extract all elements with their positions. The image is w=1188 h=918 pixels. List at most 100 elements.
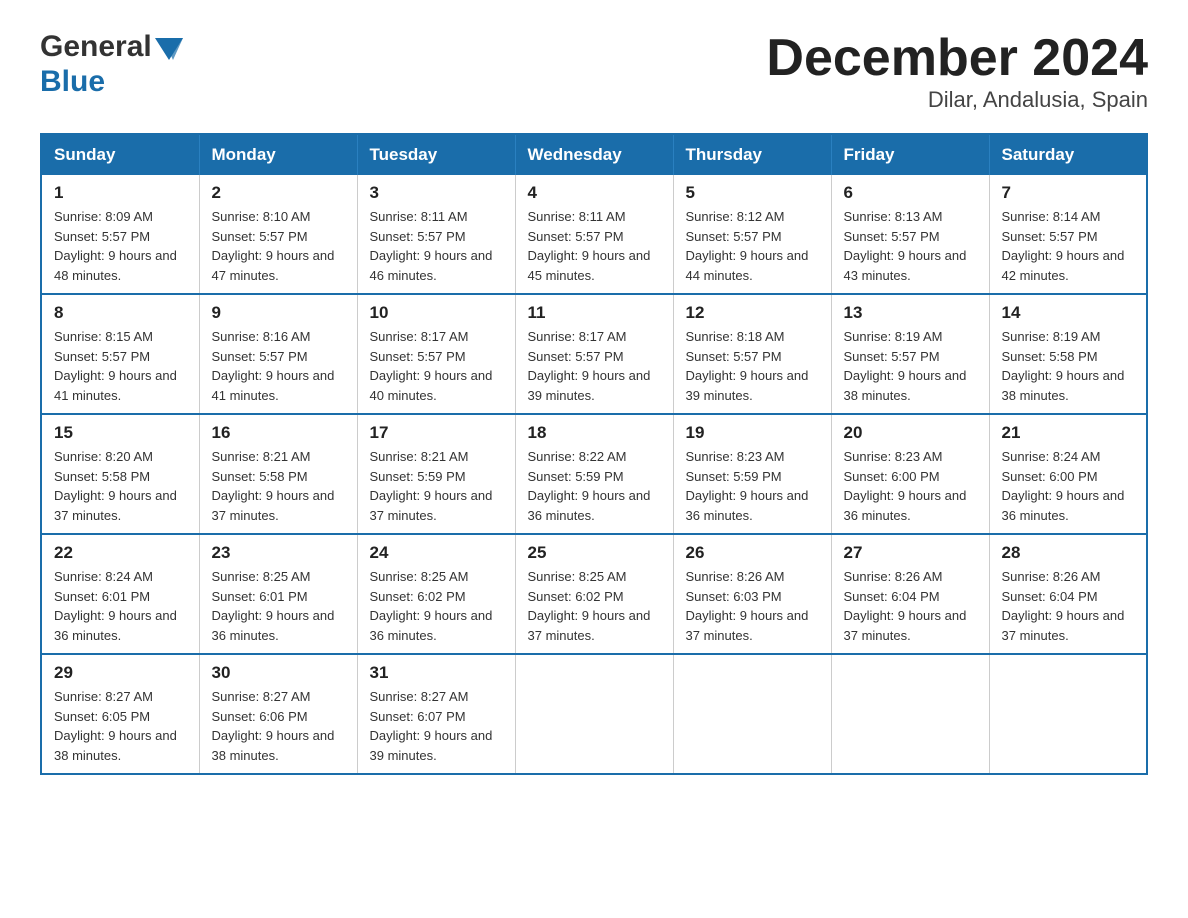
calendar-cell <box>989 654 1147 774</box>
day-info: Sunrise: 8:09 AMSunset: 5:57 PMDaylight:… <box>54 207 187 285</box>
calendar-cell: 10Sunrise: 8:17 AMSunset: 5:57 PMDayligh… <box>357 294 515 414</box>
calendar-cell <box>831 654 989 774</box>
calendar-week-row: 8Sunrise: 8:15 AMSunset: 5:57 PMDaylight… <box>41 294 1147 414</box>
day-number: 31 <box>370 663 503 683</box>
day-number: 23 <box>212 543 345 563</box>
day-info: Sunrise: 8:27 AMSunset: 6:06 PMDaylight:… <box>212 687 345 765</box>
calendar-week-row: 15Sunrise: 8:20 AMSunset: 5:58 PMDayligh… <box>41 414 1147 534</box>
calendar-table: SundayMondayTuesdayWednesdayThursdayFrid… <box>40 133 1148 775</box>
day-info: Sunrise: 8:23 AMSunset: 5:59 PMDaylight:… <box>686 447 819 525</box>
day-number: 13 <box>844 303 977 323</box>
day-number: 26 <box>686 543 819 563</box>
calendar-cell: 27 Sunrise: 8:26 AMSunset: 6:04 PMDayligh… <box>831 534 989 654</box>
day-number: 20 <box>844 423 977 443</box>
day-info: Sunrise: 8:24 AMSunset: 6:00 PMDaylight:… <box>1002 447 1135 525</box>
col-header-monday: Monday <box>199 134 357 175</box>
calendar-header-row: SundayMondayTuesdayWednesdayThursdayFrid… <box>41 134 1147 175</box>
calendar-cell: 22 Sunrise: 8:24 AMSunset: 6:01 PMDayligh… <box>41 534 199 654</box>
day-number: 24 <box>370 543 503 563</box>
calendar-cell: 23 Sunrise: 8:25 AMSunset: 6:01 PMDayligh… <box>199 534 357 654</box>
day-info: Sunrise: 8:26 AMSunset: 6:04 PMDaylight:… <box>844 567 977 645</box>
day-info: Sunrise: 8:25 AMSunset: 6:01 PMDaylight:… <box>212 567 345 645</box>
day-info: Sunrise: 8:21 AMSunset: 5:59 PMDaylight:… <box>370 447 503 525</box>
calendar-cell: 4Sunrise: 8:11 AMSunset: 5:57 PMDaylight… <box>515 175 673 294</box>
calendar-cell: 5 Sunrise: 8:12 AMSunset: 5:57 PMDaylight… <box>673 175 831 294</box>
logo: General Blue <box>40 30 183 98</box>
day-number: 12 <box>686 303 819 323</box>
day-info: Sunrise: 8:24 AMSunset: 6:01 PMDaylight:… <box>54 567 187 645</box>
day-number: 22 <box>54 543 187 563</box>
calendar-cell: 25 Sunrise: 8:25 AMSunset: 6:02 PMDayligh… <box>515 534 673 654</box>
day-info: Sunrise: 8:13 AMSunset: 5:57 PMDaylight:… <box>844 207 977 285</box>
day-number: 25 <box>528 543 661 563</box>
calendar-cell <box>673 654 831 774</box>
day-info: Sunrise: 8:27 AMSunset: 6:07 PMDaylight:… <box>370 687 503 765</box>
calendar-cell: 8Sunrise: 8:15 AMSunset: 5:57 PMDaylight… <box>41 294 199 414</box>
day-number: 16 <box>212 423 345 443</box>
day-number: 10 <box>370 303 503 323</box>
calendar-cell: 13 Sunrise: 8:19 AMSunset: 5:57 PMDayligh… <box>831 294 989 414</box>
day-number: 27 <box>844 543 977 563</box>
day-info: Sunrise: 8:16 AMSunset: 5:57 PMDaylight:… <box>212 327 345 405</box>
day-number: 18 <box>528 423 661 443</box>
logo-arrow-icon <box>155 38 183 65</box>
calendar-cell: 9 Sunrise: 8:16 AMSunset: 5:57 PMDaylight… <box>199 294 357 414</box>
day-info: Sunrise: 8:27 AMSunset: 6:05 PMDaylight:… <box>54 687 187 765</box>
calendar-week-row: 29 Sunrise: 8:27 AMSunset: 6:05 PMDayligh… <box>41 654 1147 774</box>
calendar-cell: 19 Sunrise: 8:23 AMSunset: 5:59 PMDayligh… <box>673 414 831 534</box>
calendar-cell: 7 Sunrise: 8:14 AMSunset: 5:57 PMDaylight… <box>989 175 1147 294</box>
calendar-cell: 17 Sunrise: 8:21 AMSunset: 5:59 PMDayligh… <box>357 414 515 534</box>
calendar-cell: 30Sunrise: 8:27 AMSunset: 6:06 PMDayligh… <box>199 654 357 774</box>
calendar-cell: 6 Sunrise: 8:13 AMSunset: 5:57 PMDaylight… <box>831 175 989 294</box>
calendar-cell: 29 Sunrise: 8:27 AMSunset: 6:05 PMDayligh… <box>41 654 199 774</box>
day-info: Sunrise: 8:23 AMSunset: 6:00 PMDaylight:… <box>844 447 977 525</box>
day-info: Sunrise: 8:10 AMSunset: 5:57 PMDaylight:… <box>212 207 345 285</box>
calendar-week-row: 22 Sunrise: 8:24 AMSunset: 6:01 PMDayligh… <box>41 534 1147 654</box>
col-header-sunday: Sunday <box>41 134 199 175</box>
day-number: 9 <box>212 303 345 323</box>
page-header: General Blue December 2024 Dilar, Andalu… <box>40 30 1148 113</box>
col-header-wednesday: Wednesday <box>515 134 673 175</box>
day-info: Sunrise: 8:26 AMSunset: 6:04 PMDaylight:… <box>1002 567 1135 645</box>
title-section: December 2024 Dilar, Andalusia, Spain <box>766 30 1148 113</box>
logo-blue-text: Blue <box>40 65 105 98</box>
day-info: Sunrise: 8:14 AMSunset: 5:57 PMDaylight:… <box>1002 207 1135 285</box>
calendar-cell: 2 Sunrise: 8:10 AMSunset: 5:57 PMDaylight… <box>199 175 357 294</box>
logo-general-text: General <box>40 30 152 63</box>
day-number: 19 <box>686 423 819 443</box>
day-info: Sunrise: 8:26 AMSunset: 6:03 PMDaylight:… <box>686 567 819 645</box>
col-header-friday: Friday <box>831 134 989 175</box>
day-info: Sunrise: 8:18 AMSunset: 5:57 PMDaylight:… <box>686 327 819 405</box>
day-number: 21 <box>1002 423 1135 443</box>
calendar-cell: 26 Sunrise: 8:26 AMSunset: 6:03 PMDayligh… <box>673 534 831 654</box>
day-number: 5 <box>686 183 819 203</box>
calendar-cell: 28Sunrise: 8:26 AMSunset: 6:04 PMDayligh… <box>989 534 1147 654</box>
logo-general-line: General <box>40 30 183 65</box>
day-number: 17 <box>370 423 503 443</box>
day-info: Sunrise: 8:17 AMSunset: 5:57 PMDaylight:… <box>528 327 661 405</box>
col-header-saturday: Saturday <box>989 134 1147 175</box>
calendar-cell: 15Sunrise: 8:20 AMSunset: 5:58 PMDayligh… <box>41 414 199 534</box>
day-info: Sunrise: 8:21 AMSunset: 5:58 PMDaylight:… <box>212 447 345 525</box>
day-number: 8 <box>54 303 187 323</box>
day-number: 15 <box>54 423 187 443</box>
day-number: 29 <box>54 663 187 683</box>
calendar-cell: 18 Sunrise: 8:22 AMSunset: 5:59 PMDayligh… <box>515 414 673 534</box>
day-info: Sunrise: 8:22 AMSunset: 5:59 PMDaylight:… <box>528 447 661 525</box>
day-info: Sunrise: 8:12 AMSunset: 5:57 PMDaylight:… <box>686 207 819 285</box>
day-number: 2 <box>212 183 345 203</box>
day-info: Sunrise: 8:19 AMSunset: 5:58 PMDaylight:… <box>1002 327 1135 405</box>
calendar-week-row: 1Sunrise: 8:09 AMSunset: 5:57 PMDaylight… <box>41 175 1147 294</box>
day-info: Sunrise: 8:19 AMSunset: 5:57 PMDaylight:… <box>844 327 977 405</box>
day-info: Sunrise: 8:11 AMSunset: 5:57 PMDaylight:… <box>370 207 503 285</box>
calendar-cell: 21 Sunrise: 8:24 AMSunset: 6:00 PMDayligh… <box>989 414 1147 534</box>
day-info: Sunrise: 8:25 AMSunset: 6:02 PMDaylight:… <box>370 567 503 645</box>
day-number: 6 <box>844 183 977 203</box>
calendar-cell: 12 Sunrise: 8:18 AMSunset: 5:57 PMDayligh… <box>673 294 831 414</box>
day-info: Sunrise: 8:25 AMSunset: 6:02 PMDaylight:… <box>528 567 661 645</box>
calendar-cell: 31 Sunrise: 8:27 AMSunset: 6:07 PMDayligh… <box>357 654 515 774</box>
day-number: 14 <box>1002 303 1135 323</box>
day-number: 4 <box>528 183 661 203</box>
col-header-thursday: Thursday <box>673 134 831 175</box>
day-number: 7 <box>1002 183 1135 203</box>
